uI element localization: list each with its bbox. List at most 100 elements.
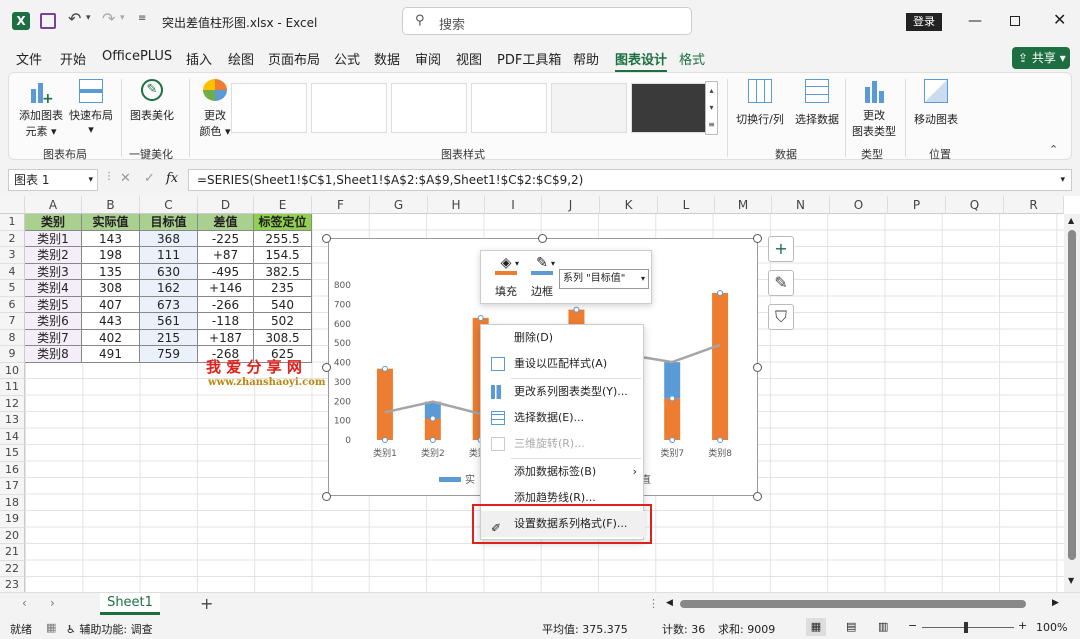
enter-icon[interactable]: ✓ (144, 171, 155, 186)
scroll-up-icon[interactable]: ▲ (1068, 216, 1074, 225)
chart-style-4[interactable] (471, 83, 547, 133)
column-header-E[interactable]: E (254, 196, 312, 214)
resize-handle-ml[interactable] (322, 363, 331, 372)
resize-handle-tl[interactable] (322, 234, 331, 243)
table-cell[interactable]: 630 (140, 263, 198, 280)
table-cell[interactable]: 类别1 (25, 230, 82, 247)
tabs-options-icon[interactable]: ⋮ (648, 597, 659, 610)
chart-styles-gallery[interactable] (231, 79, 711, 139)
vertical-scroll-thumb[interactable] (1068, 230, 1076, 560)
name-box[interactable]: 图表 1 ▾ (8, 169, 98, 191)
tab-review[interactable]: 审阅 (415, 49, 441, 68)
chart-styles-brush-icon[interactable]: ✎ (768, 270, 794, 296)
collapse-ribbon-icon[interactable]: ⌃ (1049, 143, 1058, 156)
row-header-17[interactable]: 17 (0, 478, 25, 495)
column-header-C[interactable]: C (140, 196, 198, 214)
row-header-6[interactable]: 6 (0, 296, 25, 313)
table-cell[interactable]: 111 (140, 247, 198, 264)
redo-icon[interactable]: ↷ (102, 9, 115, 28)
row-header-11[interactable]: 11 (0, 379, 25, 396)
table-cell[interactable]: 407 (82, 296, 140, 313)
tab-formulas[interactable]: 公式 (334, 49, 360, 68)
column-header-Q[interactable]: Q (946, 196, 1004, 214)
table-cell[interactable]: 502 (254, 313, 312, 330)
zoom-slider-thumb[interactable] (964, 622, 968, 633)
tab-home[interactable]: 开始 (60, 49, 86, 68)
tab-draw[interactable]: 绘图 (228, 49, 254, 68)
vertical-scrollbar[interactable]: ▲ ▼ (1064, 214, 1080, 592)
table-cell[interactable]: 540 (254, 296, 312, 313)
table-cell[interactable]: -225 (198, 230, 254, 247)
row-header-14[interactable]: 14 (0, 428, 25, 445)
row-header-2[interactable]: 2 (0, 230, 25, 247)
row-header-13[interactable]: 13 (0, 412, 25, 429)
row-header-16[interactable]: 16 (0, 461, 25, 478)
row-header-15[interactable]: 15 (0, 445, 25, 462)
table-header-cell[interactable]: 标签定位 (254, 214, 312, 231)
close-icon[interactable]: ✕ (1053, 10, 1066, 29)
tab-insert[interactable]: 插入 (186, 49, 212, 68)
redo-dropdown-icon[interactable]: ▾ (120, 13, 125, 23)
formula-input[interactable]: =SERIES(Sheet1!$C$1,Sheet1!$A$2:$A$9,She… (188, 169, 1072, 191)
zoom-slider[interactable] (922, 622, 1014, 633)
table-cell[interactable]: -118 (198, 313, 254, 330)
tab-view[interactable]: 视图 (456, 49, 482, 68)
search-box[interactable]: ⚲ 搜索 (402, 7, 692, 35)
chart-elements-plus-icon[interactable]: + (768, 236, 794, 262)
select-data-button[interactable]: 选择数据 (791, 79, 843, 127)
add-sheet-icon[interactable]: + (200, 594, 213, 613)
page-break-view-icon[interactable]: ▥ (878, 620, 888, 633)
row-header-5[interactable]: 5 (0, 280, 25, 297)
row-header-3[interactable]: 3 (0, 247, 25, 264)
column-header-G[interactable]: G (370, 196, 428, 214)
share-button[interactable]: ⇪ 共享 ▾ (1012, 47, 1070, 69)
move-chart-button[interactable]: 移动图表 (911, 79, 961, 127)
prev-sheet-icon[interactable]: ‹ (22, 596, 27, 610)
resize-handle-tc[interactable] (538, 234, 547, 243)
column-header-H[interactable]: H (428, 196, 485, 214)
column-header-B[interactable]: B (82, 196, 140, 214)
table-cell[interactable]: 382.5 (254, 263, 312, 280)
row-header-1[interactable]: 1 (0, 214, 25, 231)
table-cell[interactable]: 类别2 (25, 247, 82, 264)
zoom-in-icon[interactable]: + (1018, 619, 1027, 632)
column-header-P[interactable]: P (888, 196, 946, 214)
column-header-M[interactable]: M (715, 196, 772, 214)
table-cell[interactable]: 308 (82, 280, 140, 297)
page-layout-view-icon[interactable]: ▤ (846, 620, 856, 633)
table-cell[interactable]: 154.5 (254, 247, 312, 264)
hscroll-left-icon[interactable]: ◀ (666, 598, 673, 608)
table-cell[interactable]: 类别4 (25, 280, 82, 297)
table-header-cell[interactable]: 实际值 (82, 214, 140, 231)
column-header-D[interactable]: D (198, 196, 254, 214)
change-colors-button[interactable]: 更改 颜色 ▾ (195, 79, 235, 139)
row-header-22[interactable]: 22 (0, 560, 25, 577)
undo-icon[interactable]: ↶ (68, 9, 81, 28)
add-chart-element-button[interactable]: + 添加图表 元素 ▾ (19, 79, 63, 139)
table-cell[interactable]: 235 (254, 280, 312, 297)
tab-page-layout[interactable]: 页面布局 (268, 49, 320, 68)
tab-chart-design[interactable]: 图表设计 (615, 49, 668, 73)
series-select[interactable]: 系列 "目标值" ▾ (559, 269, 649, 289)
table-cell[interactable]: +146 (198, 280, 254, 297)
maximize-icon[interactable] (1010, 16, 1020, 26)
column-header-I[interactable]: I (485, 196, 542, 214)
table-cell[interactable]: 443 (82, 313, 140, 330)
menu-delete[interactable]: 删除(D) (481, 325, 645, 351)
table-cell[interactable]: 308.5 (254, 329, 312, 346)
change-chart-type-button[interactable]: 更改 图表类型 (851, 79, 897, 139)
resize-handle-bl[interactable] (322, 492, 331, 501)
table-cell[interactable]: -266 (198, 296, 254, 313)
table-cell[interactable]: 255.5 (254, 230, 312, 247)
table-cell[interactable]: 162 (140, 280, 198, 297)
chart-style-1[interactable] (231, 83, 307, 133)
table-cell[interactable]: 类别8 (25, 346, 82, 363)
customize-qat-icon[interactable]: ≡ (138, 13, 146, 24)
row-header-9[interactable]: 9 (0, 346, 25, 363)
border-dropdown-icon[interactable]: ▾ (551, 259, 555, 268)
table-cell[interactable]: 类别5 (25, 296, 82, 313)
hscroll-right-icon[interactable]: ▶ (1052, 598, 1059, 608)
table-cell[interactable]: 759 (140, 346, 198, 363)
table-cell[interactable]: 368 (140, 230, 198, 247)
column-header-A[interactable]: A (25, 196, 82, 214)
